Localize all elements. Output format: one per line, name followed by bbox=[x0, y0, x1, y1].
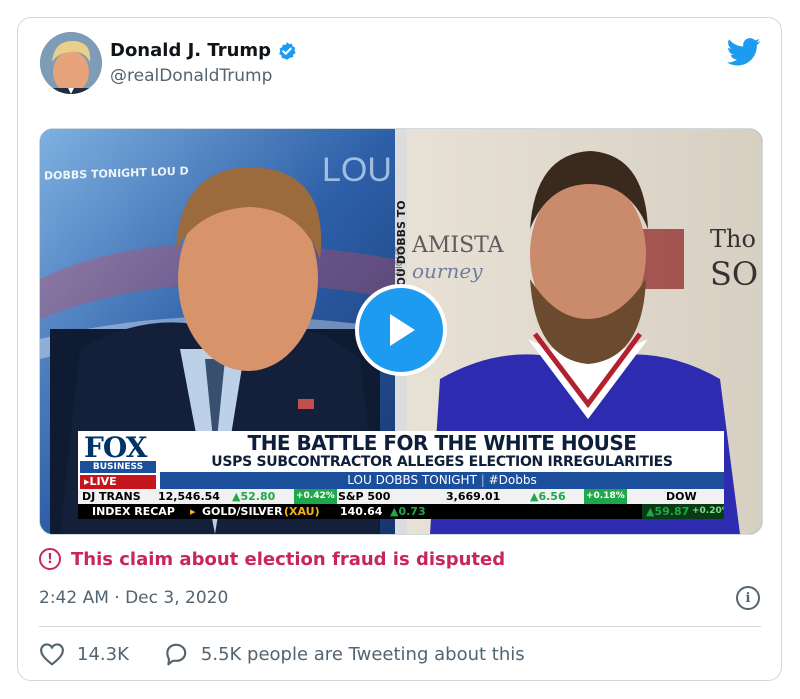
live-label: LIVE bbox=[89, 475, 117, 488]
sp-value: 3,669.01 bbox=[446, 490, 501, 503]
dispute-label: This claim about election fraud is dispu… bbox=[71, 548, 506, 570]
vertical-banner-2: NIGHT bbox=[395, 247, 405, 276]
heart-icon bbox=[40, 643, 64, 666]
verified-badge-icon bbox=[279, 41, 296, 60]
play-button[interactable] bbox=[355, 284, 447, 376]
author-name: Donald J. Trump bbox=[110, 40, 272, 61]
tweet-card[interactable]: Donald J. Trump @realDonaldTrump DOBBS T… bbox=[17, 17, 782, 681]
backdrop-text-lou: LOU bbox=[322, 151, 392, 189]
backdrop-text-so: SO bbox=[710, 255, 759, 293]
author-name-row[interactable]: Donald J. Trump bbox=[110, 40, 297, 61]
speech-bubble-icon bbox=[166, 643, 187, 666]
tweet-actions: 14.3K 5.5K people are Tweeting about thi… bbox=[39, 642, 559, 666]
play-icon bbox=[390, 314, 415, 346]
dj-change: ▲52.80 bbox=[232, 490, 276, 503]
dow-change: ▲59.87 bbox=[646, 505, 690, 518]
fox-business-logo: FOX BUSINESS ▸LIVE bbox=[78, 431, 160, 489]
gold-value: 140.64 bbox=[340, 505, 383, 518]
avatar-image bbox=[40, 32, 102, 94]
avatar[interactable] bbox=[40, 32, 102, 94]
gold-symbol: (XAU) bbox=[284, 505, 320, 518]
dj-label: DJ TRANS bbox=[82, 490, 141, 503]
show-hashtag: #Dobbs bbox=[488, 473, 537, 487]
reply-label: 5.5K people are Tweeting about this bbox=[200, 643, 525, 665]
video-player[interactable]: DOBBS TONIGHT LOU D LOU LOU DOBBS TO NIG… bbox=[39, 128, 763, 535]
chyron-subheadline: USPS SUBCONTRACTOR ALLEGES ELECTION IRRE… bbox=[160, 453, 724, 472]
divider bbox=[39, 626, 761, 627]
sp-change: ▲6.56 bbox=[530, 490, 566, 503]
like-button[interactable]: 14.3K bbox=[39, 642, 129, 666]
network-name: FOX bbox=[84, 431, 148, 464]
market-ticker-bottom: INDEX RECAP ▸ GOLD/SILVER (XAU) 140.64 ▲… bbox=[78, 504, 724, 519]
recap-arrow: ▸ bbox=[190, 505, 196, 518]
dj-value: 12,546.54 bbox=[158, 490, 220, 503]
sp-pct: +0.18% bbox=[584, 489, 627, 504]
disputed-claim-notice[interactable]: ! This claim about election fraud is dis… bbox=[39, 548, 505, 570]
chyron-headline: THE BATTLE FOR THE WHITE HOUSE bbox=[160, 431, 724, 455]
exclamation-circle-icon: ! bbox=[39, 548, 61, 570]
like-count: 14.3K bbox=[77, 643, 129, 665]
author-handle[interactable]: @realDonaldTrump bbox=[110, 66, 272, 86]
show-name: LOU DOBBS TONIGHT bbox=[347, 473, 477, 487]
backdrop-text-tho: Tho bbox=[710, 225, 756, 253]
recap-label: INDEX RECAP bbox=[92, 505, 175, 518]
backdrop-text-amista: AMISTA bbox=[412, 233, 504, 258]
live-badge: ▸LIVE bbox=[80, 475, 156, 489]
network-sub: BUSINESS bbox=[80, 461, 156, 473]
dow-pct: +0.20% bbox=[692, 506, 724, 516]
show-bar: LOU DOBBS TONIGHT | #Dobbs bbox=[160, 472, 724, 489]
sp-label: S&P 500 bbox=[338, 490, 391, 503]
market-ticker-top: DJ TRANS 12,546.54 ▲52.80 +0.42% S&P 500… bbox=[78, 489, 724, 504]
dow-label: DOW bbox=[666, 490, 697, 503]
reply-button[interactable]: 5.5K people are Tweeting about this bbox=[163, 642, 525, 666]
tweet-timestamp[interactable]: 2:42 AM · Dec 3, 2020 bbox=[39, 588, 228, 608]
backdrop-text-journey: ourney bbox=[412, 259, 483, 283]
dj-pct: +0.42% bbox=[294, 489, 337, 504]
gold-label: GOLD/SILVER bbox=[202, 505, 283, 518]
info-icon[interactable]: i bbox=[736, 586, 760, 610]
twitter-bird-icon[interactable] bbox=[727, 38, 761, 66]
gold-change: ▲0.73 bbox=[390, 505, 426, 518]
